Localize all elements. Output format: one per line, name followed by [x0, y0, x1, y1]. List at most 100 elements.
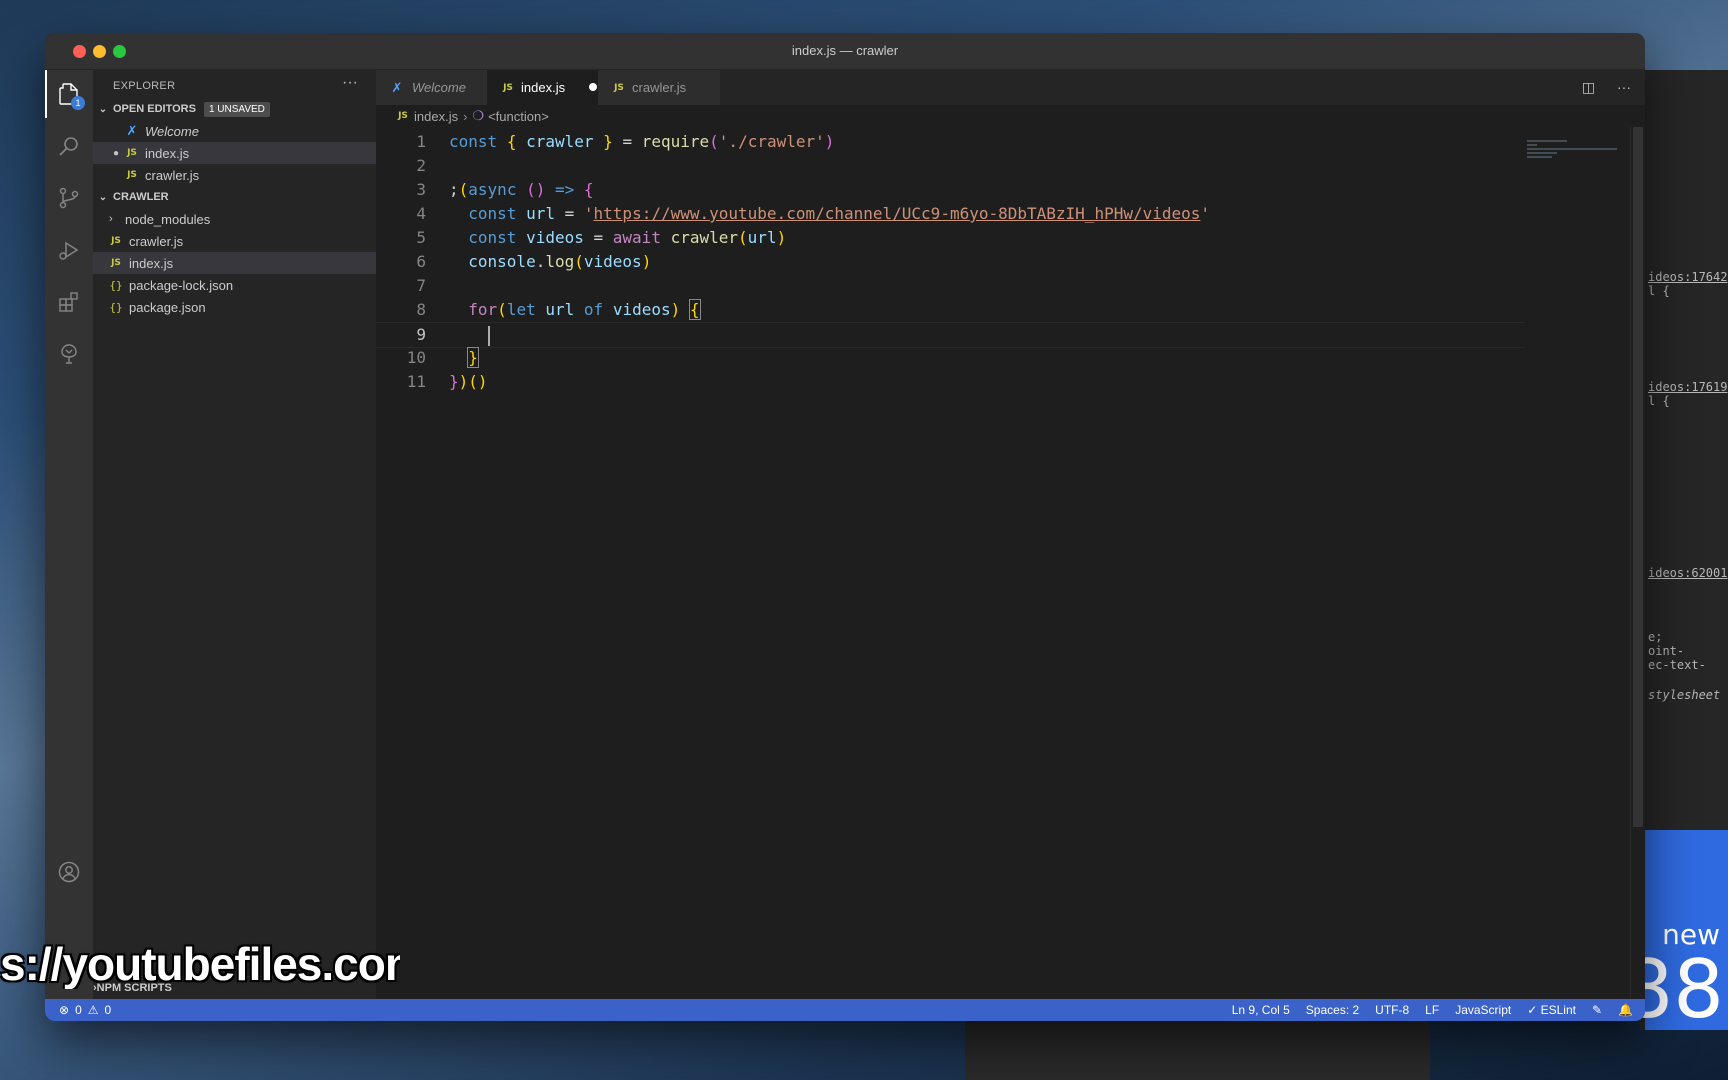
code-line: 5 const videos = await crawler(url) [416, 228, 787, 247]
code-line: 6 console.log(videos) [416, 252, 652, 271]
tree-item-package-json[interactable]: {} package.json [93, 296, 376, 318]
open-editor-label: Welcome [145, 123, 199, 139]
tree-item-crawler-js[interactable]: JS crawler.js [93, 230, 376, 252]
extensions-button[interactable] [45, 278, 93, 326]
more-actions-icon[interactable]: ··· [1617, 79, 1631, 95]
breadcrumb-symbol[interactable]: <function> [488, 109, 549, 124]
search-icon [59, 137, 78, 156]
tree-item-label: index.js [129, 255, 174, 271]
feedback-icon[interactable]: ✎ [1592, 1003, 1602, 1017]
status-bar: ⊗ 0 ⚠ 0 Ln 9, Col 5 Spaces: 2 UTF-8 LF J… [45, 999, 1645, 1021]
json-file-icon: {} [109, 300, 123, 314]
editor-actions: ◫ ··· [1582, 79, 1631, 96]
js-file-icon: JS [614, 82, 624, 93]
open-editor-crawler[interactable]: JS crawler.js [93, 164, 376, 186]
unsaved-badge: 1 UNSAVED [203, 101, 270, 117]
breadcrumb-file[interactable]: index.js [414, 109, 458, 124]
tab-label: Welcome [412, 80, 466, 95]
js-file-icon: JS [111, 236, 121, 246]
indentation[interactable]: Spaces: 2 [1306, 1003, 1359, 1017]
open-editor-label: crawler.js [145, 167, 200, 183]
remote-explorer-button[interactable] [45, 330, 93, 378]
open-editors-label: OPEN EDITORS [113, 103, 196, 115]
folder-label: CRAWLER [113, 191, 169, 203]
explorer-button[interactable]: 1 [45, 70, 93, 118]
run-debug-icon [59, 241, 79, 260]
background-promo: new 88 [1622, 830, 1728, 1030]
unsaved-dot-icon[interactable] [589, 83, 597, 91]
code-line: 1 const { crawler } = require('./crawler'… [416, 132, 835, 151]
editor-area: ✗ Welcome JS index.js JS crawler.js ◫ ··… [376, 70, 1645, 999]
tab-bar: ✗ Welcome JS index.js JS crawler.js ◫ ··… [376, 70, 1645, 105]
tree-item-label: crawler.js [129, 233, 184, 249]
activity-bar: 1 [45, 70, 93, 999]
open-editor-label: index.js [145, 145, 190, 161]
code-line: 11})() [406, 372, 488, 391]
title-bar: index.js — crawler [45, 33, 1645, 70]
open-editor-index[interactable]: ● JS index.js [93, 142, 376, 164]
devtools-text: ec-text- [1648, 658, 1706, 672]
js-file-icon: JS [127, 170, 137, 180]
split-editor-icon[interactable]: ◫ [1582, 79, 1595, 95]
source-control-icon [59, 187, 79, 209]
code-line: 10 } [406, 347, 479, 368]
encoding[interactable]: UTF-8 [1375, 1003, 1409, 1017]
devtools-link: ideos:62001 [1648, 566, 1728, 580]
explorer-more-button[interactable]: ··· [342, 74, 358, 92]
code-line: 3 ;(async () => { [416, 180, 594, 199]
code-line: 8 for(let url of videos) { [416, 299, 701, 320]
chevron-right-icon: › [463, 108, 468, 124]
chevron-down-icon: ⌄ [98, 191, 108, 203]
chevron-right-icon: › [109, 213, 113, 225]
editor-scrollbar[interactable] [1630, 127, 1645, 999]
tree-item-package-lock[interactable]: {} package-lock.json [93, 274, 376, 296]
code-line: 4 const url = 'https://www.youtube.com/c… [416, 204, 1211, 223]
tree-item-index-js[interactable]: JS index.js [93, 252, 376, 274]
eslint-status[interactable]: ✓ ESLint [1527, 1003, 1576, 1017]
run-debug-button[interactable] [45, 226, 93, 274]
devtools-text: stylesheet [1648, 688, 1721, 702]
explorer-badge: 1 [71, 96, 85, 110]
js-file-icon: JS [503, 82, 513, 93]
devtools-link: ideos:17619 [1648, 380, 1728, 394]
js-file-icon: JS [127, 148, 137, 158]
bell-icon[interactable]: 🔔 [1618, 1003, 1633, 1017]
open-editor-welcome[interactable]: ✗ Welcome [93, 120, 376, 142]
vscode-icon: ✗ [126, 123, 138, 138]
language-mode[interactable]: JavaScript [1455, 1003, 1511, 1017]
warning-count: 0 [104, 1003, 112, 1017]
line-ending[interactable]: LF [1425, 1003, 1439, 1017]
open-editors-section[interactable]: ⌄ OPEN EDITORS 1 UNSAVED [93, 98, 376, 120]
breadcrumb: JS index.js › ❍ <function> [376, 105, 1645, 127]
devtools-text: l { [1648, 394, 1670, 408]
json-file-icon: {} [109, 278, 123, 292]
url-literal[interactable]: https://www.youtube.com/channel/UCc9-m6y… [594, 204, 1201, 223]
devtools-text: oint- [1648, 644, 1685, 658]
symbol-icon: ❍ [472, 108, 485, 123]
check-icon: ✓ [1527, 1003, 1538, 1017]
tab-crawler-js[interactable]: JS crawler.js [598, 70, 721, 105]
tab-welcome[interactable]: ✗ Welcome [376, 70, 499, 105]
window-title: index.js — crawler [791, 43, 899, 58]
crawler-folder-section[interactable]: ⌄ CRAWLER [93, 186, 376, 208]
code-line-current: 9 [376, 322, 1525, 348]
devtools-text: l { [1648, 284, 1670, 298]
tree-item-label: node_modules [125, 211, 211, 227]
error-icon: ⊗ [59, 1003, 70, 1017]
accounts-button[interactable] [45, 848, 93, 896]
source-control-button[interactable] [45, 174, 93, 222]
warning-icon: ⚠ [87, 1003, 99, 1017]
devtools-text: e; [1648, 630, 1663, 644]
devtools-link: ideos:17642 [1648, 270, 1728, 284]
scrollbar-thumb[interactable] [1633, 127, 1643, 827]
minimap[interactable] [1527, 138, 1627, 178]
tab-index-js[interactable]: JS index.js [487, 70, 610, 105]
tab-label: index.js [521, 80, 566, 95]
problems-indicator[interactable]: ⊗ 0 ⚠ 0 [59, 1003, 111, 1017]
search-button[interactable] [45, 122, 93, 170]
extensions-icon [59, 292, 78, 312]
js-file-icon: JS [398, 111, 408, 121]
tree-item-node-modules[interactable]: › node_modules [93, 208, 376, 230]
account-icon [58, 861, 80, 883]
cursor-position[interactable]: Ln 9, Col 5 [1232, 1003, 1290, 1017]
